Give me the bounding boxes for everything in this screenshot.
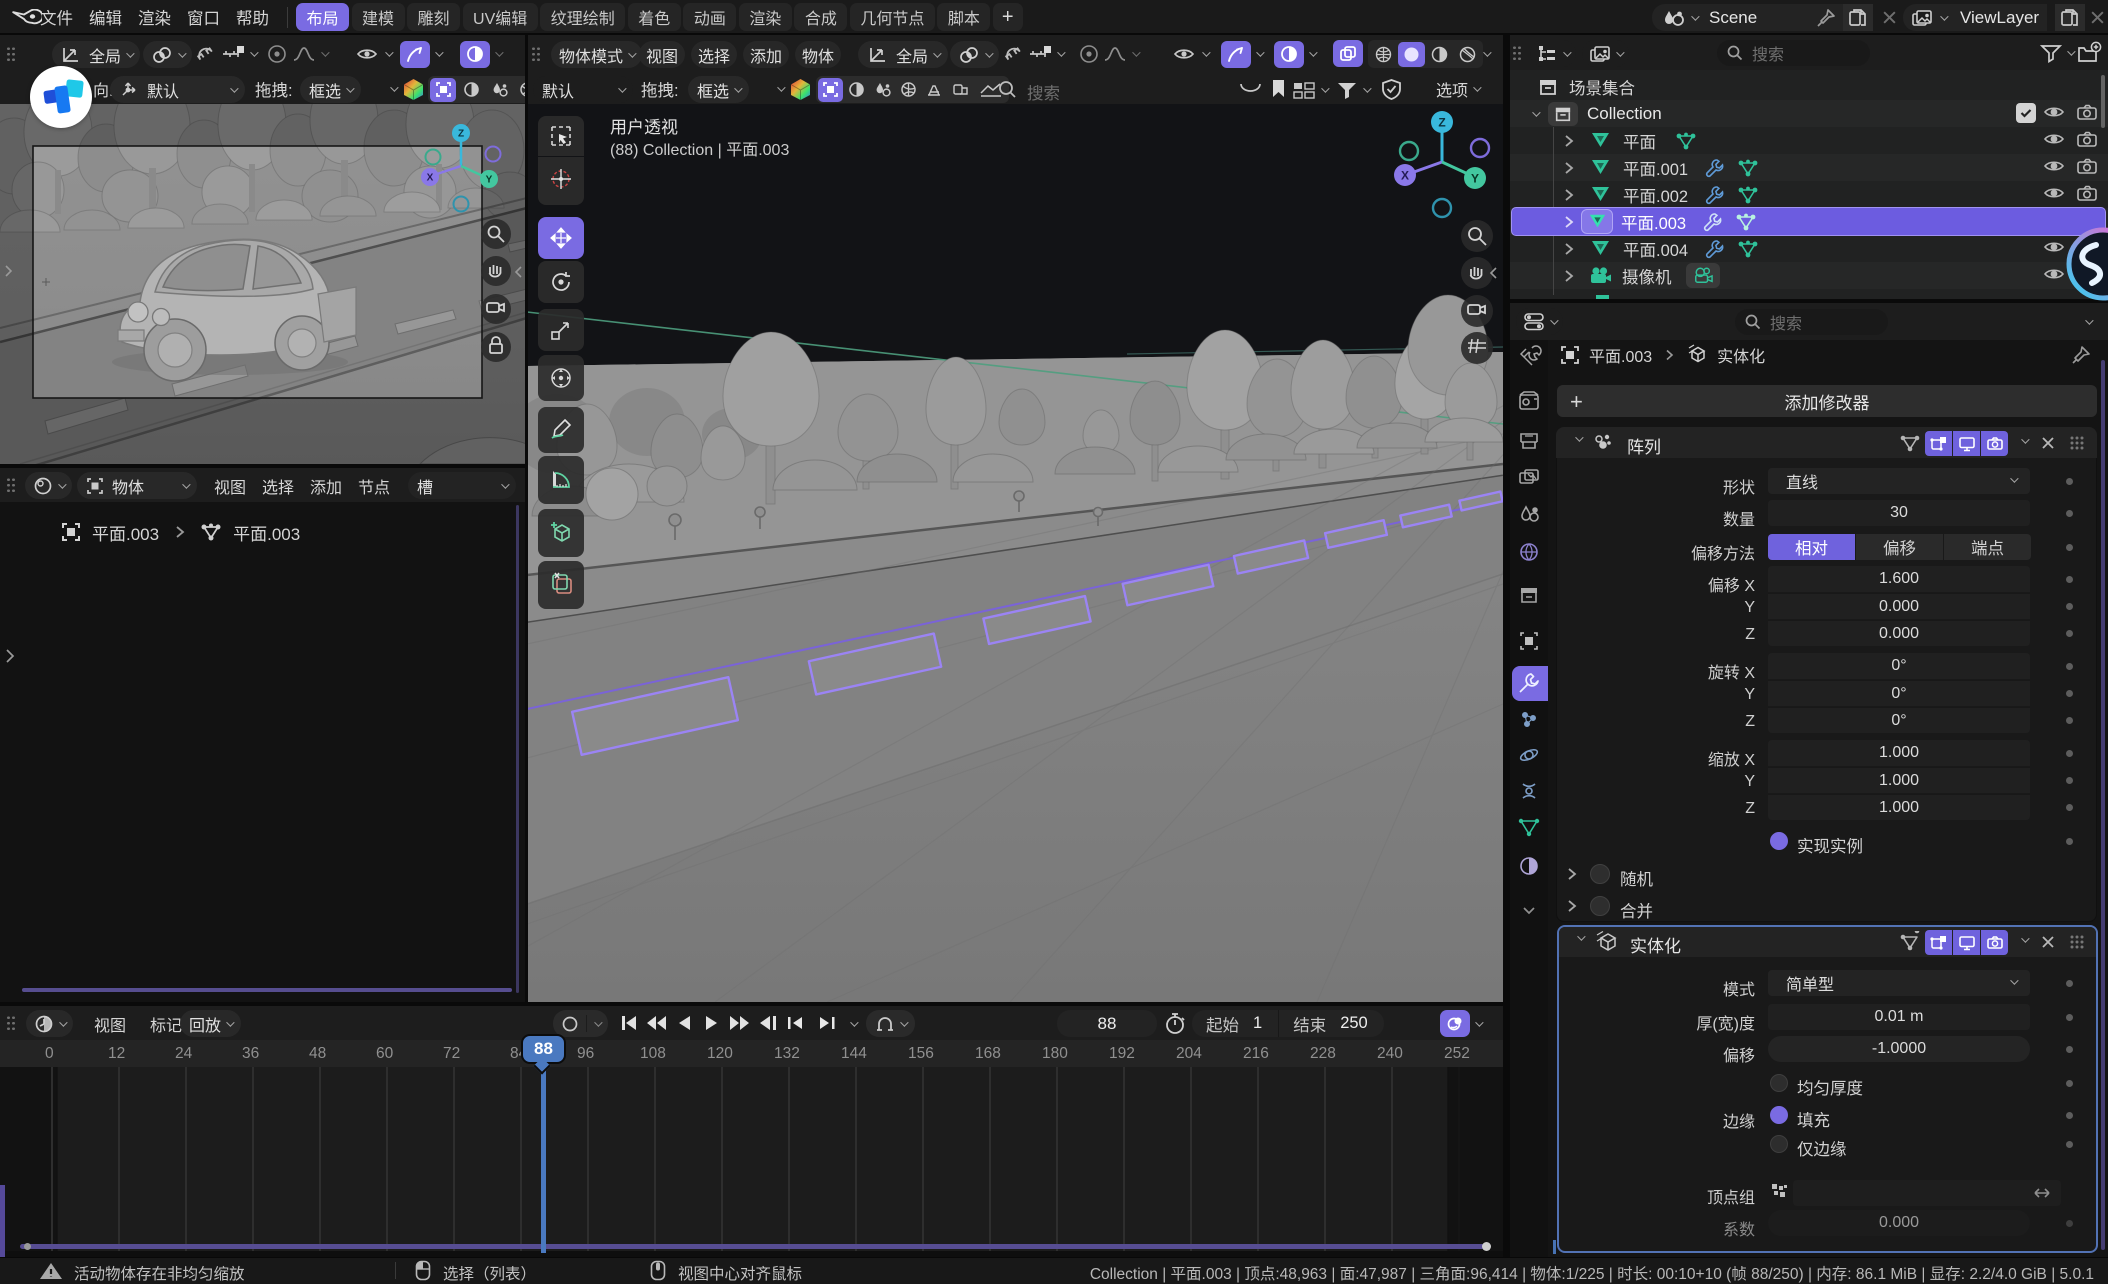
svg-text:Z: Z [1438, 116, 1445, 130]
svg-text:Z: Z [458, 129, 464, 140]
svg-text:Y: Y [486, 175, 493, 186]
svg-text:X: X [427, 173, 434, 184]
svg-text:Y: Y [1471, 172, 1479, 186]
svg-text:X: X [1401, 169, 1409, 183]
